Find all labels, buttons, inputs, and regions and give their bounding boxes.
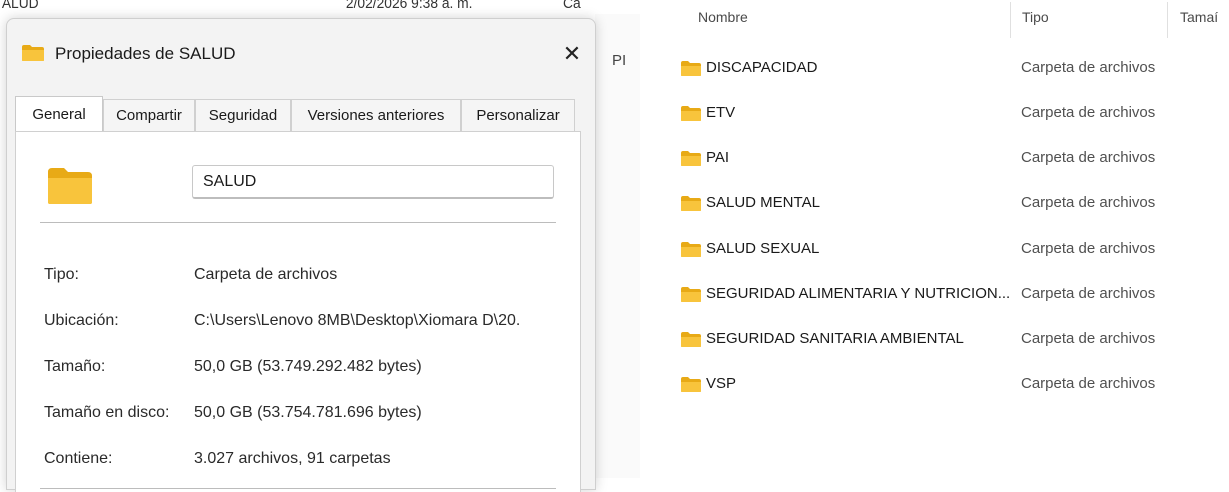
folder-type: Carpeta de archivos [1021, 104, 1156, 121]
location-label: Ubicación: [44, 312, 119, 329]
close-icon: ✕ [562, 41, 582, 66]
folder-type: Carpeta de archivos [1021, 149, 1156, 166]
location-value: C:\Users\Lenovo 8MB\Desktop\Xiomara D\20… [194, 312, 521, 329]
size-on-disk-label: Tamaño en disco: [44, 404, 170, 421]
tab-versiones-anteriores[interactable]: Versiones anteriores [291, 99, 461, 131]
folder-type: Carpeta de archivos [1021, 59, 1156, 76]
folder-name: SEGURIDAD SANITARIA AMBIENTAL [706, 330, 964, 347]
folder-icon [681, 287, 701, 302]
dialog-title: Propiedades de SALUD [55, 44, 236, 63]
folder-icon [681, 106, 701, 121]
folder-row-salud-mental[interactable]: SALUD MENTAL Carpeta de archivos [640, 182, 1229, 228]
contains-label: Contiene: [44, 450, 113, 467]
folder-name-input[interactable] [192, 165, 554, 199]
folder-row-salud-sexual[interactable]: SALUD SEXUAL Carpeta de archivos [640, 228, 1229, 274]
folder-name: SALUD SEXUAL [706, 240, 820, 257]
folder-name: PAI [706, 149, 730, 166]
folder-icon [681, 242, 701, 257]
folder-row-etv[interactable]: ETV Carpeta de archivos [640, 92, 1229, 138]
folder-row-pai[interactable]: PAI Carpeta de archivos [640, 137, 1229, 183]
properties-dialog: Propiedades de SALUD ✕ General Compartir… [6, 18, 596, 492]
folder-row-seguridad-sanitaria[interactable]: SEGURIDAD SANITARIA AMBIENTAL Carpeta de… [640, 318, 1229, 364]
background-pane [595, 14, 640, 478]
folder-icon [22, 45, 44, 61]
background-row-name: ALUD [1, 0, 39, 12]
divider [40, 222, 556, 223]
folder-name: DISCAPACIDAD [706, 59, 818, 76]
general-tab-panel: Tipo: Carpeta de archivos Ubicación: C:\… [15, 131, 581, 492]
folder-name: VSP [706, 375, 737, 392]
folder-name: ETV [706, 104, 736, 121]
dialog-titlebar[interactable]: Propiedades de SALUD ✕ [7, 19, 595, 79]
folder-icon [681, 196, 701, 211]
column-header-type[interactable]: Tipo [1022, 9, 1049, 25]
background-row-date: 2/02/2026 9:38 a. m. [345, 0, 473, 12]
column-separator[interactable] [1167, 2, 1168, 38]
folder-name: SEGURIDAD ALIMENTARIA Y NUTRICION... [706, 285, 1011, 302]
type-value: Carpeta de archivos [194, 266, 338, 283]
folder-row-seguridad-alimentaria[interactable]: SEGURIDAD ALIMENTARIA Y NUTRICION... Car… [640, 273, 1229, 319]
background-row-type: Ca [563, 0, 581, 12]
folder-type: Carpeta de archivos [1021, 375, 1156, 392]
column-separator[interactable] [1010, 2, 1011, 38]
folder-type: Carpeta de archivos [1021, 240, 1156, 257]
folder-name: SALUD MENTAL [706, 194, 820, 211]
folder-icon [681, 332, 701, 347]
folder-icon [681, 61, 701, 76]
folder-type: Carpeta de archivos [1021, 194, 1156, 211]
folder-icon [48, 168, 92, 204]
type-label: Tipo: [44, 266, 79, 283]
size-value: 50,0 GB (53.749.292.482 bytes) [194, 358, 422, 375]
tab-personalizar[interactable]: Personalizar [461, 99, 575, 131]
folder-row-vsp[interactable]: VSP Carpeta de archivos [640, 363, 1229, 409]
folder-type: Carpeta de archivos [1021, 285, 1156, 302]
size-label: Tamaño: [44, 358, 106, 375]
column-header-size[interactable]: Tamaí [1180, 9, 1218, 25]
background-file-row: ALUD 2/02/2026 9:38 a. m. Ca [0, 0, 589, 14]
divider [40, 488, 556, 489]
folder-type: Carpeta de archivos [1021, 330, 1156, 347]
tab-seguridad[interactable]: Seguridad [195, 99, 291, 131]
folder-icon [681, 151, 701, 166]
tab-general[interactable]: General [15, 96, 103, 132]
file-explorer-list: Nombre Tipo Tamaí DISCAPACIDAD Carpeta d… [640, 0, 1229, 478]
contains-value: 3.027 archivos, 91 carpetas [194, 450, 391, 467]
tab-compartir[interactable]: Compartir [103, 99, 195, 131]
column-header-name[interactable]: Nombre [698, 9, 748, 25]
background-pane-text: PI [612, 52, 627, 69]
close-button[interactable]: ✕ [555, 37, 589, 71]
size-on-disk-value: 50,0 GB (53.754.781.696 bytes) [194, 404, 422, 421]
folder-row-discapacidad[interactable]: DISCAPACIDAD Carpeta de archivos [640, 47, 1229, 93]
folder-icon [681, 377, 701, 392]
